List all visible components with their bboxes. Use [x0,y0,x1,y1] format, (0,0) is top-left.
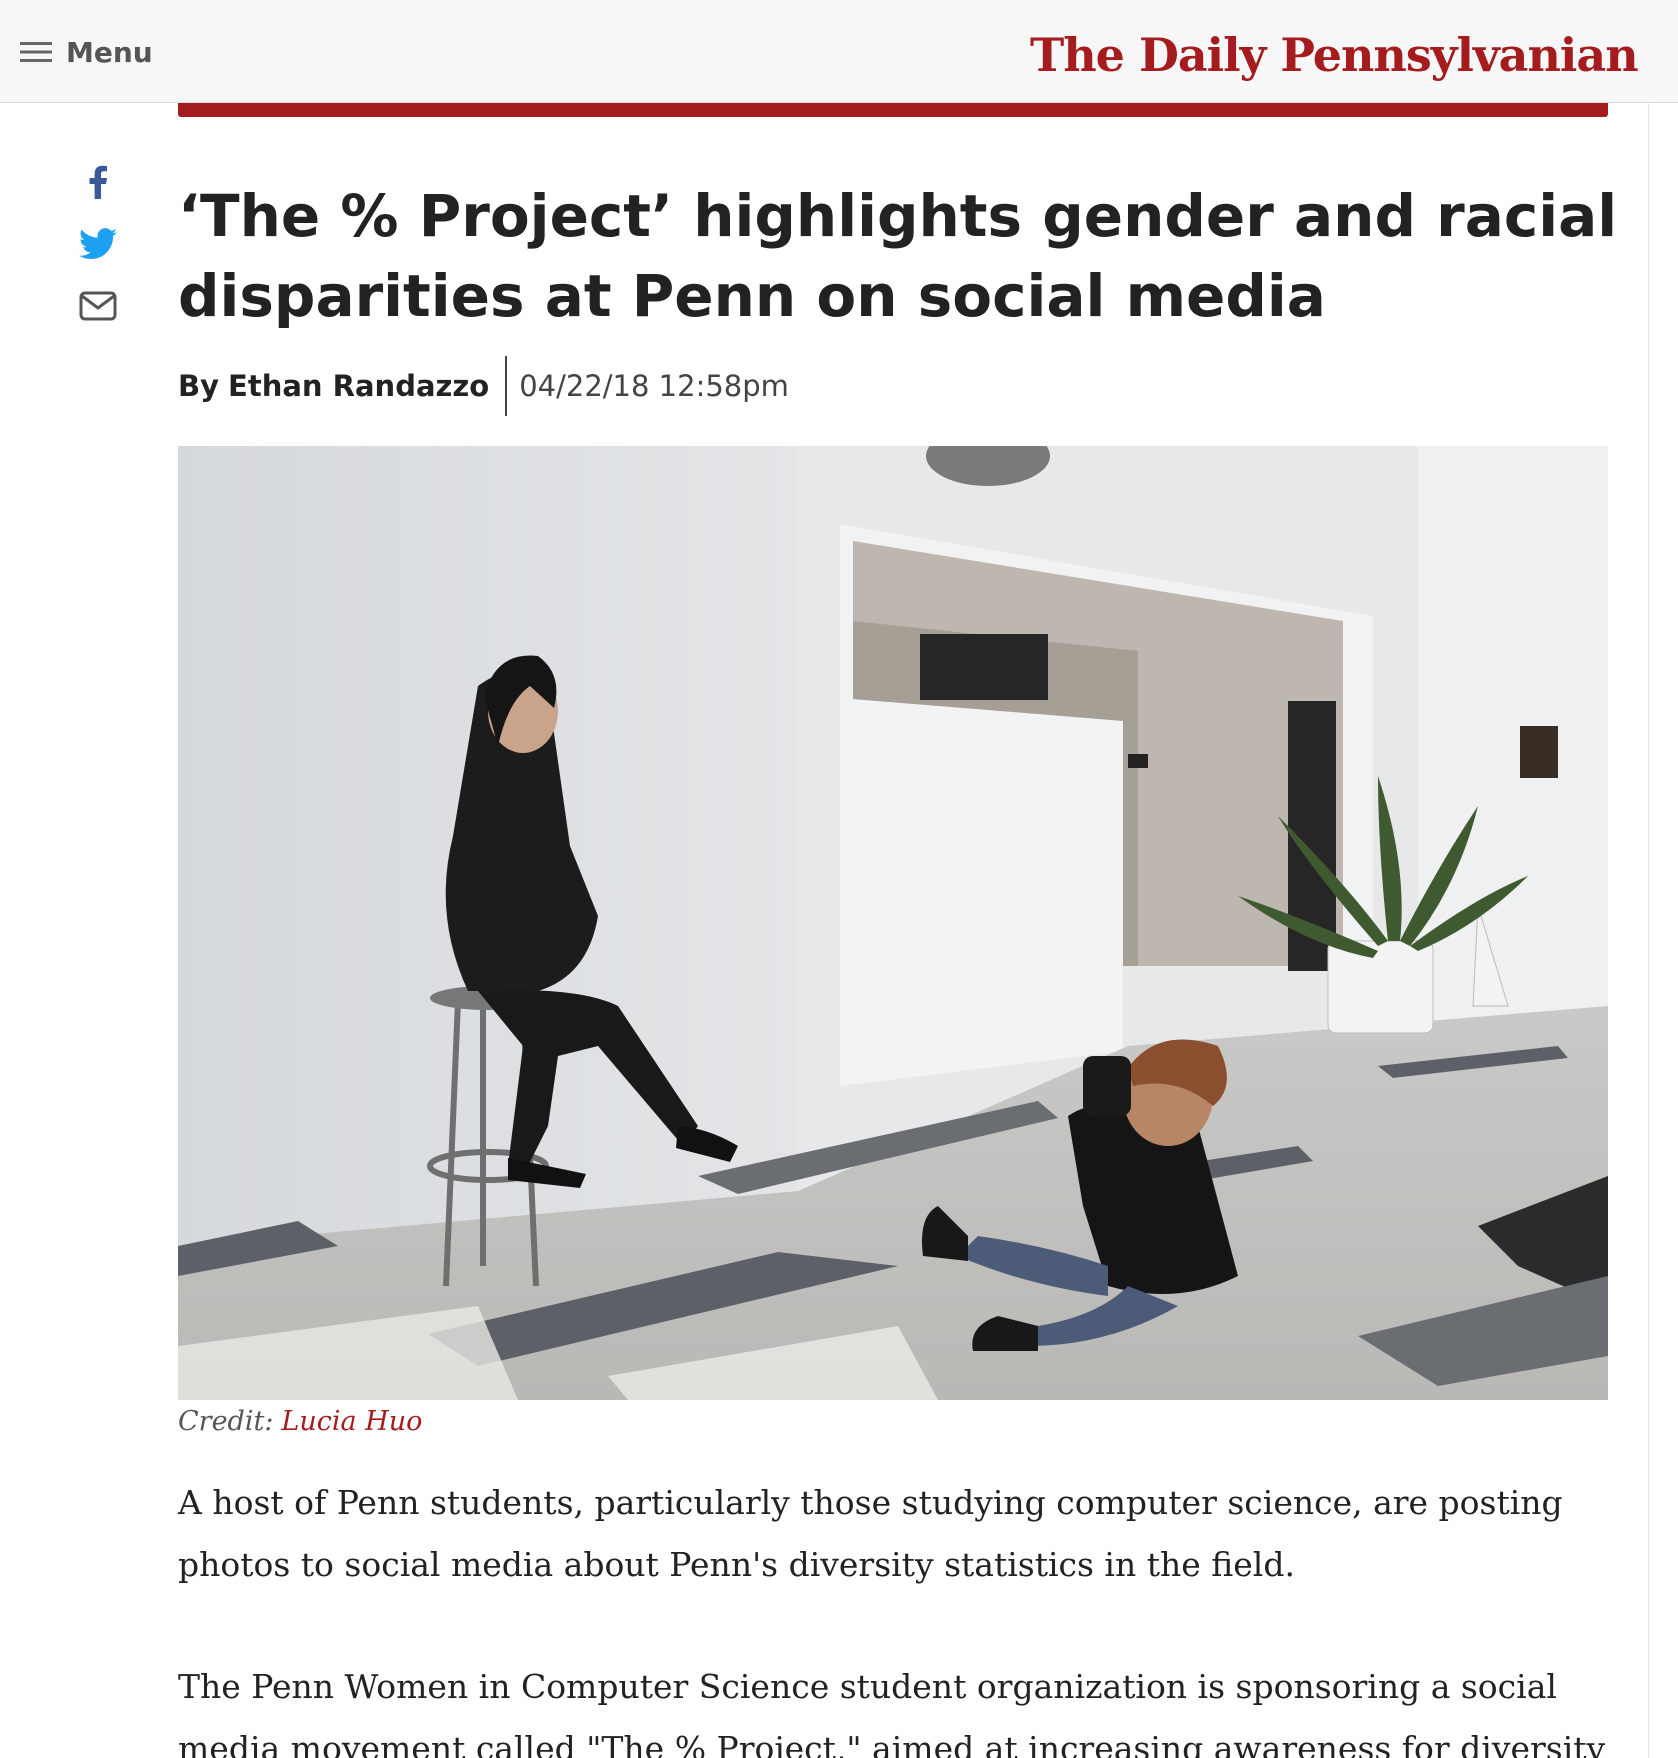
author-link[interactable]: Ethan Randazzo [228,369,489,403]
share-twitter-button[interactable] [76,222,120,266]
byline-divider [505,356,508,416]
share-facebook-button[interactable] [76,160,120,204]
share-email-button[interactable] [76,284,120,328]
menu-button[interactable]: Menu [20,30,153,74]
facebook-icon [89,165,107,199]
mail-icon [79,291,117,321]
menu-label: Menu [66,35,153,69]
byline-prefix: By [178,369,220,403]
photo-credit-link[interactable]: Lucia Huo [281,1406,422,1437]
article-paragraph: A host of Penn students, particularly th… [178,1483,1563,1584]
byline: By Ethan Randazzo 04/22/18 12:58pm [178,356,789,416]
article-paragraph: The Penn Women in Computer Science stude… [178,1667,1606,1758]
site-logo[interactable]: The Daily Pennsylvanian [1030,22,1639,88]
photo-credit: Credit: Lucia Huo [178,1402,422,1442]
article-headline: ‘The % Project’ highlights gender and ra… [178,182,1618,330]
photo-credit-label: Credit: [178,1406,274,1437]
page-edge-divider [1648,103,1649,1758]
top-navigation-bar: Menu The Daily Pennsylvanian [0,0,1678,103]
hamburger-icon [20,42,52,62]
twitter-icon [79,228,117,260]
publish-date: 04/22/18 12:58pm [519,369,789,403]
article-photo [178,446,1608,1400]
section-accent-bar [178,103,1608,117]
